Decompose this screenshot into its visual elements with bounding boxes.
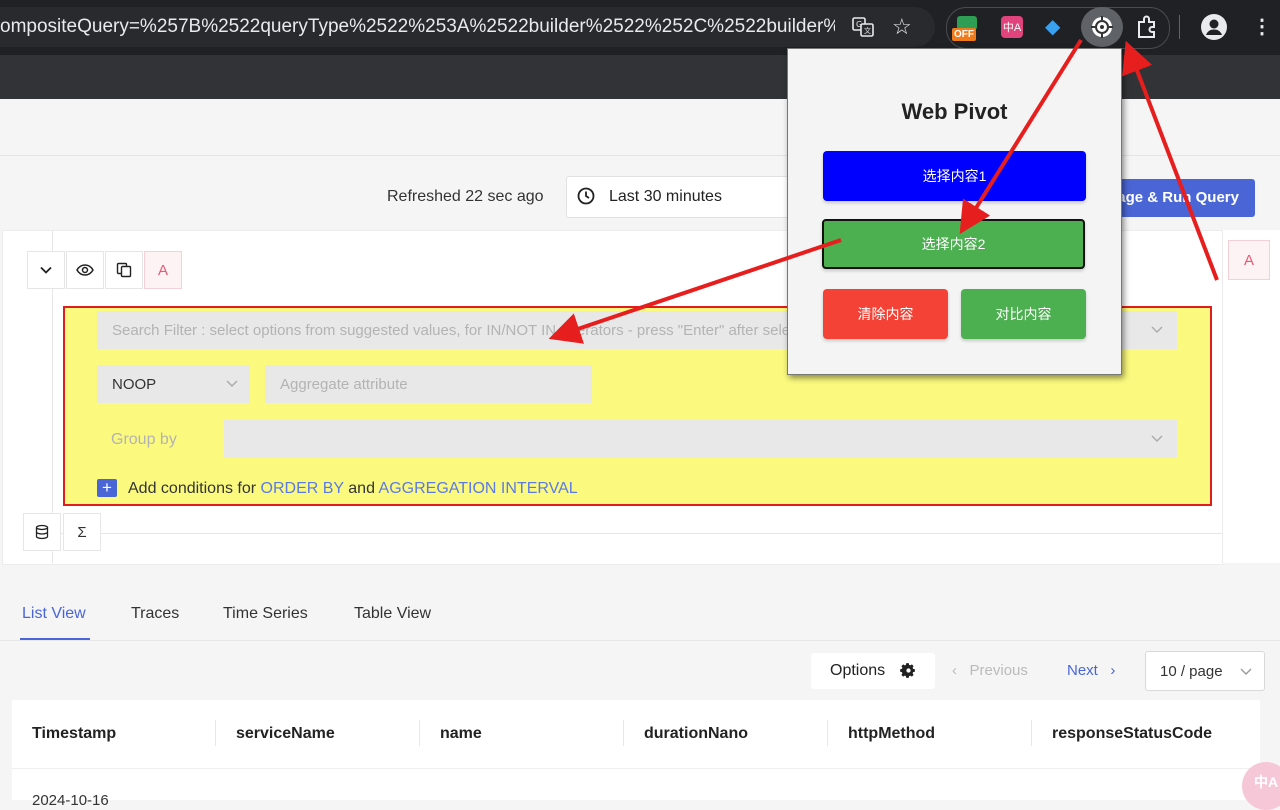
chevron-down-icon [1151,432,1163,446]
gear-icon [900,662,917,684]
aggregate-operator-value: NOOP [112,376,157,393]
chevron-right-icon: › [1110,662,1116,679]
compare-content-button[interactable]: 对比内容 [961,289,1086,339]
column-header[interactable]: Timestamp [32,725,116,743]
tab-table-view[interactable]: Table View [354,605,431,623]
column-header[interactable]: name [440,725,482,743]
web-pivot-popup: Web Pivot 选择内容1 选择内容2 清除内容 对比内容 [787,48,1122,375]
column-divider [827,720,828,746]
extensions-puzzle-icon[interactable] [1134,14,1160,45]
previous-page-button[interactable]: ‹ Previous [952,662,1028,679]
group-by-select[interactable] [224,420,1177,458]
svg-text:G: G [856,20,862,29]
aggregation-interval-link[interactable]: AGGREGATION INTERVAL [379,480,578,497]
translate-floating-button[interactable]: 中A [1242,762,1280,810]
ext-diamond-icon[interactable]: ◆ [1045,14,1060,39]
page-size-select[interactable]: 10 / page [1145,651,1265,691]
add-conditions-prefix: Add conditions for [128,480,257,497]
ext-webpivot-icon[interactable] [1081,7,1123,47]
refreshed-text: Refreshed 22 sec ago [387,188,544,205]
previous-label: Previous [969,662,1028,679]
group-by-label: Group by [111,431,177,448]
options-button[interactable]: Options [811,653,935,689]
url-text[interactable]: ompositeQuery=%257B%2522queryType%2522%2… [0,16,835,38]
time-range-picker[interactable]: Last 30 minutes [566,176,798,218]
database-icon[interactable] [23,513,61,551]
column-divider [623,720,624,746]
profile-avatar[interactable] [1201,14,1227,40]
chevron-down-icon [1240,665,1252,679]
column-header[interactable]: httpMethod [848,725,935,743]
tabs-divider [0,640,1280,641]
chevron-down-icon [1151,323,1163,337]
add-conditions-text: Add conditions for ORDER BY and AGGREGAT… [128,480,578,498]
order-by-link[interactable]: ORDER BY [261,480,344,497]
formula-letter-badge[interactable]: A [1228,240,1270,280]
copy-icon[interactable] [105,251,143,289]
page-size-value: 10 / page [1160,663,1223,680]
aggregate-attribute-input[interactable]: Aggregate attribute [265,365,592,403]
next-page-button[interactable]: Next › [1067,662,1115,679]
ext-translator-icon[interactable]: 中A [1001,16,1023,38]
ext-off-icon[interactable]: OFF [952,14,981,44]
select-content-1-button[interactable]: 选择内容1 [823,151,1086,201]
menu-kebab-icon[interactable]: ⋮ [1252,14,1272,39]
formula-sigma-icon[interactable]: Σ [63,513,101,551]
and-text: and [348,480,375,497]
query-letter-badge[interactable]: A [144,251,182,289]
clear-content-button[interactable]: 清除内容 [823,289,948,339]
active-tab-indicator [20,638,90,640]
run-query-label: Stage & Run Query [1102,189,1239,206]
collapse-chevron-icon[interactable] [27,251,65,289]
aggregate-operator-select[interactable]: NOOP [97,365,250,403]
column-header[interactable]: responseStatusCode [1052,725,1212,743]
popup-title: Web Pivot [901,99,1008,124]
column-header[interactable]: durationNano [644,725,748,743]
translate-page-icon[interactable]: G文 [851,15,875,45]
select-content-2-button[interactable]: 选择内容2 [822,219,1085,269]
clock-icon [577,187,595,210]
tab-time-series[interactable]: Time Series [223,605,308,623]
chevron-left-icon: ‹ [952,662,957,679]
column-header[interactable]: serviceName [236,725,335,743]
options-label: Options [830,662,886,679]
query-divider [52,533,1222,534]
time-range-label: Last 30 minutes [609,188,722,205]
ext-off-badge: OFF [952,28,976,41]
aggregate-attribute-placeholder: Aggregate attribute [280,376,408,393]
tab-list-view[interactable]: List View [22,605,86,623]
column-divider [419,720,420,746]
eye-icon[interactable] [66,251,104,289]
bookmark-star-icon[interactable]: ☆ [892,14,912,40]
column-divider [1031,720,1032,746]
tab-traces[interactable]: Traces [131,605,179,623]
table-row[interactable] [12,769,1260,800]
add-conditions-plus-icon[interactable]: + [97,479,117,497]
next-label: Next [1067,662,1098,679]
row-timestamp: 2024-10-16 [32,792,109,809]
toolbar-divider [1179,15,1180,39]
svg-text:文: 文 [864,26,871,35]
chevron-down-icon [226,377,238,391]
column-divider [215,720,216,746]
